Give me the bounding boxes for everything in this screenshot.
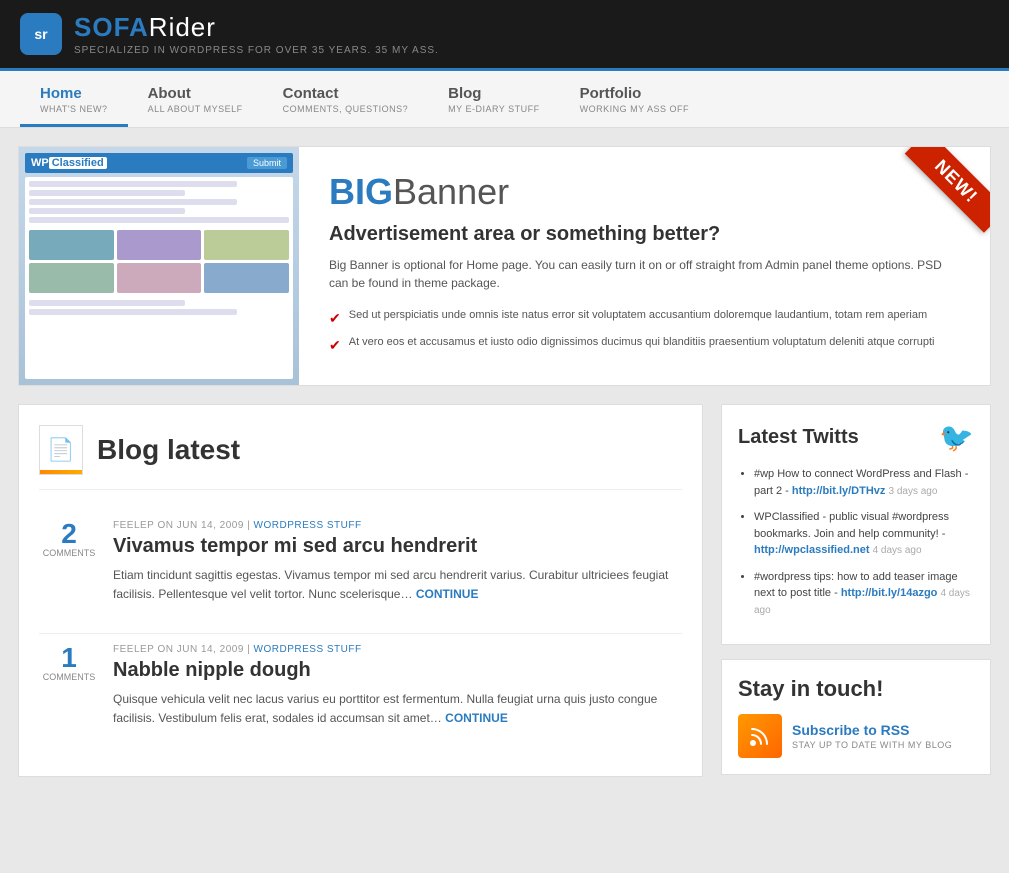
site-header: sr SOFARider SPECIALIZED IN WORDPRESS FO… [0,0,1009,68]
twitter-box-title: Latest Twitts 🐦 [738,421,974,454]
banner-title: BIGBanner [329,171,960,213]
post-2-excerpt: Quisque vehicula velit nec lacus varius … [113,690,682,728]
post-1-title: Vivamus tempor mi sed arcu hendrerit [113,535,682,558]
banner-section: WPClassified Submit [18,146,991,386]
banner-image: WPClassified Submit [19,147,299,385]
blog-post: 2 COMMENTS FEELEP ON JUN 14, 2009 | WORD… [39,510,682,604]
post-1-excerpt: Etiam tincidunt sagittis egestas. Vivamu… [113,566,682,604]
rss-text-area: Subscribe to RSS STAY UP TO DATE WITH MY… [792,722,952,750]
blog-post-meta-left: 2 COMMENTS [39,520,99,604]
blog-section: 📄 Blog latest 2 COMMENTS FEELEP ON JUN 1… [18,404,703,777]
checkmark-icon: ✔ [329,309,341,329]
bottom-section: 📄 Blog latest 2 COMMENTS FEELEP ON JUN 1… [18,404,991,777]
logo-text: SOFARider [74,12,439,43]
banner-content: BIGBanner Advertisement area or somethin… [299,147,990,385]
post-2-title: Nabble nipple dough [113,659,682,682]
blog-post-2-content: FEELEP ON JUN 14, 2009 | WORDPRESS STUFF… [113,644,682,728]
twitter-item: WPClassified - public visual #wordpress … [754,509,974,559]
nav-item-portfolio[interactable]: Portfolio WORKING MY ASS OFF [560,71,709,127]
banner-bullet-1: ✔ Sed ut perspiciatis unde omnis iste na… [329,308,960,329]
nav-item-blog[interactable]: Blog MY E-DIARY STUFF [428,71,560,127]
stay-touch-box: Stay in touch! Subscribe to RSS STAY UP … [721,659,991,775]
rss-row: Subscribe to RSS STAY UP TO DATE WITH MY… [738,714,974,758]
banner-subtitle: Advertisement area or something better? [329,223,960,246]
blog-header: 📄 Blog latest [39,425,682,490]
post-1-meta: FEELEP ON JUN 14, 2009 | WORDPRESS STUFF [113,520,682,531]
post-2-meta: FEELEP ON JUN 14, 2009 | WORDPRESS STUFF [113,644,682,655]
banner-desc: Big Banner is optional for Home page. Yo… [329,256,960,292]
sidebar: Latest Twitts 🐦 #wp How to connect WordP… [721,404,991,777]
blog-post: 1 COMMENTS FEELEP ON JUN 14, 2009 | WORD… [39,633,682,728]
twitter-bird-icon: 🐦 [939,421,974,454]
blog-post-meta-left: 1 COMMENTS [39,644,99,728]
blog-title: Blog latest [97,434,240,466]
nav-item-home[interactable]: Home WHAT'S NEW? [20,71,128,127]
rss-icon [738,714,782,758]
twitter-box: Latest Twitts 🐦 #wp How to connect WordP… [721,404,991,645]
twitter-item: #wordpress tips: how to add teaser image… [754,569,974,619]
logo-icon: sr [20,13,62,55]
stay-touch-title: Stay in touch! [738,676,974,702]
banner-bullet-2: ✔ At vero eos et accusamus et iusto odio… [329,335,960,356]
new-ribbon: NEW! [890,147,990,247]
blog-post-1-content: FEELEP ON JUN 14, 2009 | WORDPRESS STUFF… [113,520,682,604]
main-nav: Home WHAT'S NEW? About ALL ABOUT MYSELF … [0,68,1009,128]
tagline: SPECIALIZED IN WORDPRESS FOR OVER 35 YEA… [74,45,439,56]
logo-area: SOFARider SPECIALIZED IN WORDPRESS FOR O… [74,12,439,56]
twitter-list: #wp How to connect WordPress and Flash -… [738,466,974,618]
nav-item-about[interactable]: About ALL ABOUT MYSELF [128,71,263,127]
nav-item-contact[interactable]: Contact COMMENTS, QUESTIONS? [263,71,429,127]
blog-icon: 📄 [39,425,83,475]
checkmark-icon: ✔ [329,336,341,356]
twitter-item: #wp How to connect WordPress and Flash -… [754,466,974,499]
